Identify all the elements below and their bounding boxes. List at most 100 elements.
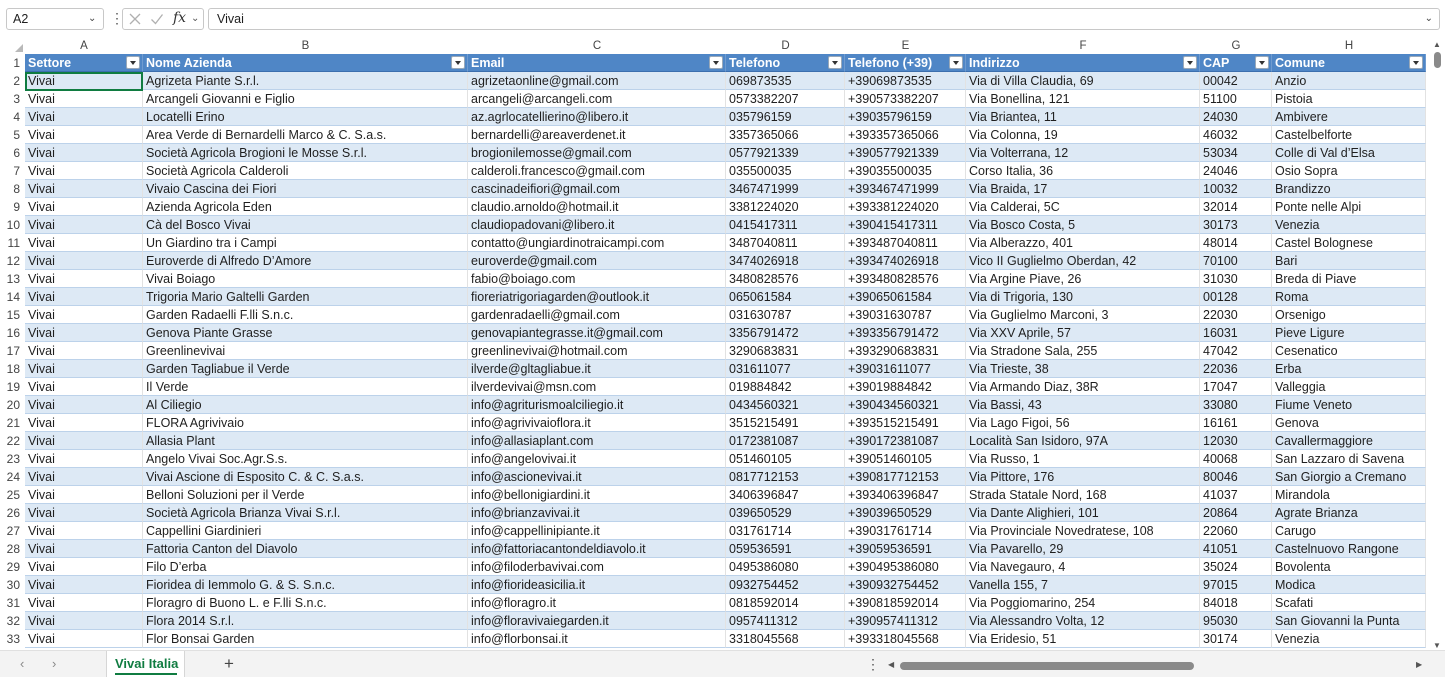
add-sheet-button[interactable]: +	[224, 654, 234, 674]
table-cell[interactable]: Brandizzo	[1272, 180, 1426, 198]
table-cell[interactable]: 0415417311	[726, 216, 845, 234]
table-cell[interactable]: 3480828576	[726, 270, 845, 288]
table-cell[interactable]: Vivai	[25, 486, 143, 504]
table-cell[interactable]: Vivai Ascione di Esposito C. & C. S.a.s.	[143, 468, 468, 486]
table-cell[interactable]: Località San Isidoro, 97A	[966, 432, 1200, 450]
table-cell[interactable]: info@fattoriacantondeldiavolo.it	[468, 540, 726, 558]
table-cell[interactable]: Venezia	[1272, 216, 1426, 234]
table-cell[interactable]: 069873535	[726, 72, 845, 90]
row-number[interactable]: 9	[0, 198, 25, 216]
table-cell[interactable]: Società Agricola Calderoli	[143, 162, 468, 180]
table-cell[interactable]: Via Lago Figoi, 56	[966, 414, 1200, 432]
table-cell[interactable]: 3318045568	[726, 630, 845, 648]
table-cell[interactable]: 16031	[1200, 324, 1272, 342]
table-cell[interactable]: az.agrlocatellierino@libero.it	[468, 108, 726, 126]
table-cell[interactable]: Via Bosco Costa, 5	[966, 216, 1200, 234]
table-cell[interactable]: Erba	[1272, 360, 1426, 378]
table-cell[interactable]: San Giorgio a Cremano	[1272, 468, 1426, 486]
table-cell[interactable]: Castelnuovo Rangone	[1272, 540, 1426, 558]
table-cell[interactable]: 53034	[1200, 144, 1272, 162]
table-cell[interactable]: Vivai	[25, 234, 143, 252]
table-cell[interactable]: 22036	[1200, 360, 1272, 378]
table-cell[interactable]: 035796159	[726, 108, 845, 126]
row-number[interactable]: 26	[0, 504, 25, 522]
more-options-icon[interactable]: ⋮	[866, 656, 880, 673]
table-cell[interactable]: 12030	[1200, 432, 1272, 450]
filter-dropdown-icon[interactable]	[1183, 56, 1197, 69]
table-cell[interactable]: Vivai	[25, 162, 143, 180]
insert-function-icon[interactable]: fx	[173, 10, 186, 26]
table-cell[interactable]: Bari	[1272, 252, 1426, 270]
table-cell[interactable]: 00042	[1200, 72, 1272, 90]
table-cell[interactable]: Al Ciliegio	[143, 396, 468, 414]
table-cell[interactable]: Greenlinevivai	[143, 342, 468, 360]
table-cell[interactable]: greenlinevivai@hotmail.com	[468, 342, 726, 360]
table-cell[interactable]: 40068	[1200, 450, 1272, 468]
row-number[interactable]: 15	[0, 306, 25, 324]
table-cell[interactable]: Locatelli Erino	[143, 108, 468, 126]
table-cell[interactable]: +39031630787	[845, 306, 966, 324]
table-cell[interactable]: 3474026918	[726, 252, 845, 270]
table-cell[interactable]: Angelo Vivai Soc.Agr.S.s.	[143, 450, 468, 468]
table-cell[interactable]: 47042	[1200, 342, 1272, 360]
table-cell[interactable]: bernardelli@areaverdenet.it	[468, 126, 726, 144]
table-cell[interactable]: 00128	[1200, 288, 1272, 306]
table-cell[interactable]: info@agriturismoalciliegio.it	[468, 396, 726, 414]
table-cell[interactable]: Ambivere	[1272, 108, 1426, 126]
header-cell[interactable]: Telefono (+39)	[845, 54, 966, 72]
table-cell[interactable]: Castel Bolognese	[1272, 234, 1426, 252]
more-options-icon[interactable]: ⋮	[110, 10, 124, 28]
table-cell[interactable]: Modica	[1272, 576, 1426, 594]
table-cell[interactable]: Vico II Guglielmo Oberdan, 42	[966, 252, 1200, 270]
table-cell[interactable]: Un Giardino tra i Campi	[143, 234, 468, 252]
table-cell[interactable]: Vivai	[25, 306, 143, 324]
filter-dropdown-icon[interactable]	[709, 56, 723, 69]
table-cell[interactable]: Società Agricola Brogioni le Mosse S.r.l…	[143, 144, 468, 162]
table-cell[interactable]: 0434560321	[726, 396, 845, 414]
table-cell[interactable]: Colle di Val d’Elsa	[1272, 144, 1426, 162]
table-cell[interactable]: 3356791472	[726, 324, 845, 342]
row-number[interactable]: 24	[0, 468, 25, 486]
column-header-g[interactable]: G	[1200, 38, 1272, 54]
table-cell[interactable]: Pieve Ligure	[1272, 324, 1426, 342]
table-cell[interactable]: +393515215491	[845, 414, 966, 432]
table-cell[interactable]: +393467471999	[845, 180, 966, 198]
chevron-left-icon[interactable]: ‹	[20, 656, 24, 671]
table-cell[interactable]: Vanella 155, 7	[966, 576, 1200, 594]
table-cell[interactable]: San Lazzaro di Savena	[1272, 450, 1426, 468]
table-cell[interactable]: Fattoria Canton del Diavolo	[143, 540, 468, 558]
table-cell[interactable]: fioreriatrigoriagarden@outlook.it	[468, 288, 726, 306]
table-cell[interactable]: ilverdevivai@msn.com	[468, 378, 726, 396]
row-number[interactable]: 14	[0, 288, 25, 306]
table-cell[interactable]: Filo D’erba	[143, 558, 468, 576]
table-cell[interactable]: 70100	[1200, 252, 1272, 270]
table-cell[interactable]: 22060	[1200, 522, 1272, 540]
table-cell[interactable]: 30174	[1200, 630, 1272, 648]
table-cell[interactable]: Vivai	[25, 432, 143, 450]
table-cell[interactable]: 97015	[1200, 576, 1272, 594]
table-cell[interactable]: Garden Radaelli F.lli S.n.c.	[143, 306, 468, 324]
table-cell[interactable]: info@bellonigiardini.it	[468, 486, 726, 504]
scroll-right-icon[interactable]: ▶	[1416, 660, 1422, 669]
table-cell[interactable]: Vivai	[25, 522, 143, 540]
filter-dropdown-icon[interactable]	[126, 56, 140, 69]
scroll-left-icon[interactable]: ◀	[888, 660, 894, 669]
table-cell[interactable]: +39035796159	[845, 108, 966, 126]
filter-dropdown-icon[interactable]	[828, 56, 842, 69]
table-cell[interactable]: 059536591	[726, 540, 845, 558]
table-cell[interactable]: info@angelovivai.it	[468, 450, 726, 468]
expand-formula-bar-icon[interactable]: ⌄	[1425, 13, 1433, 24]
table-cell[interactable]: 3406396847	[726, 486, 845, 504]
table-cell[interactable]: +390434560321	[845, 396, 966, 414]
table-cell[interactable]: +39031761714	[845, 522, 966, 540]
table-cell[interactable]: 80046	[1200, 468, 1272, 486]
row-number[interactable]: 16	[0, 324, 25, 342]
table-cell[interactable]: genovapiantegrasse.it@gmail.com	[468, 324, 726, 342]
table-cell[interactable]: San Giovanni la Punta	[1272, 612, 1426, 630]
table-cell[interactable]: Venezia	[1272, 630, 1426, 648]
table-cell[interactable]: claudio.arnoldo@hotmail.it	[468, 198, 726, 216]
table-cell[interactable]: +393487040811	[845, 234, 966, 252]
row-number[interactable]: 7	[0, 162, 25, 180]
row-number[interactable]: 13	[0, 270, 25, 288]
table-cell[interactable]: Società Agricola Brianza Vivai S.r.l.	[143, 504, 468, 522]
